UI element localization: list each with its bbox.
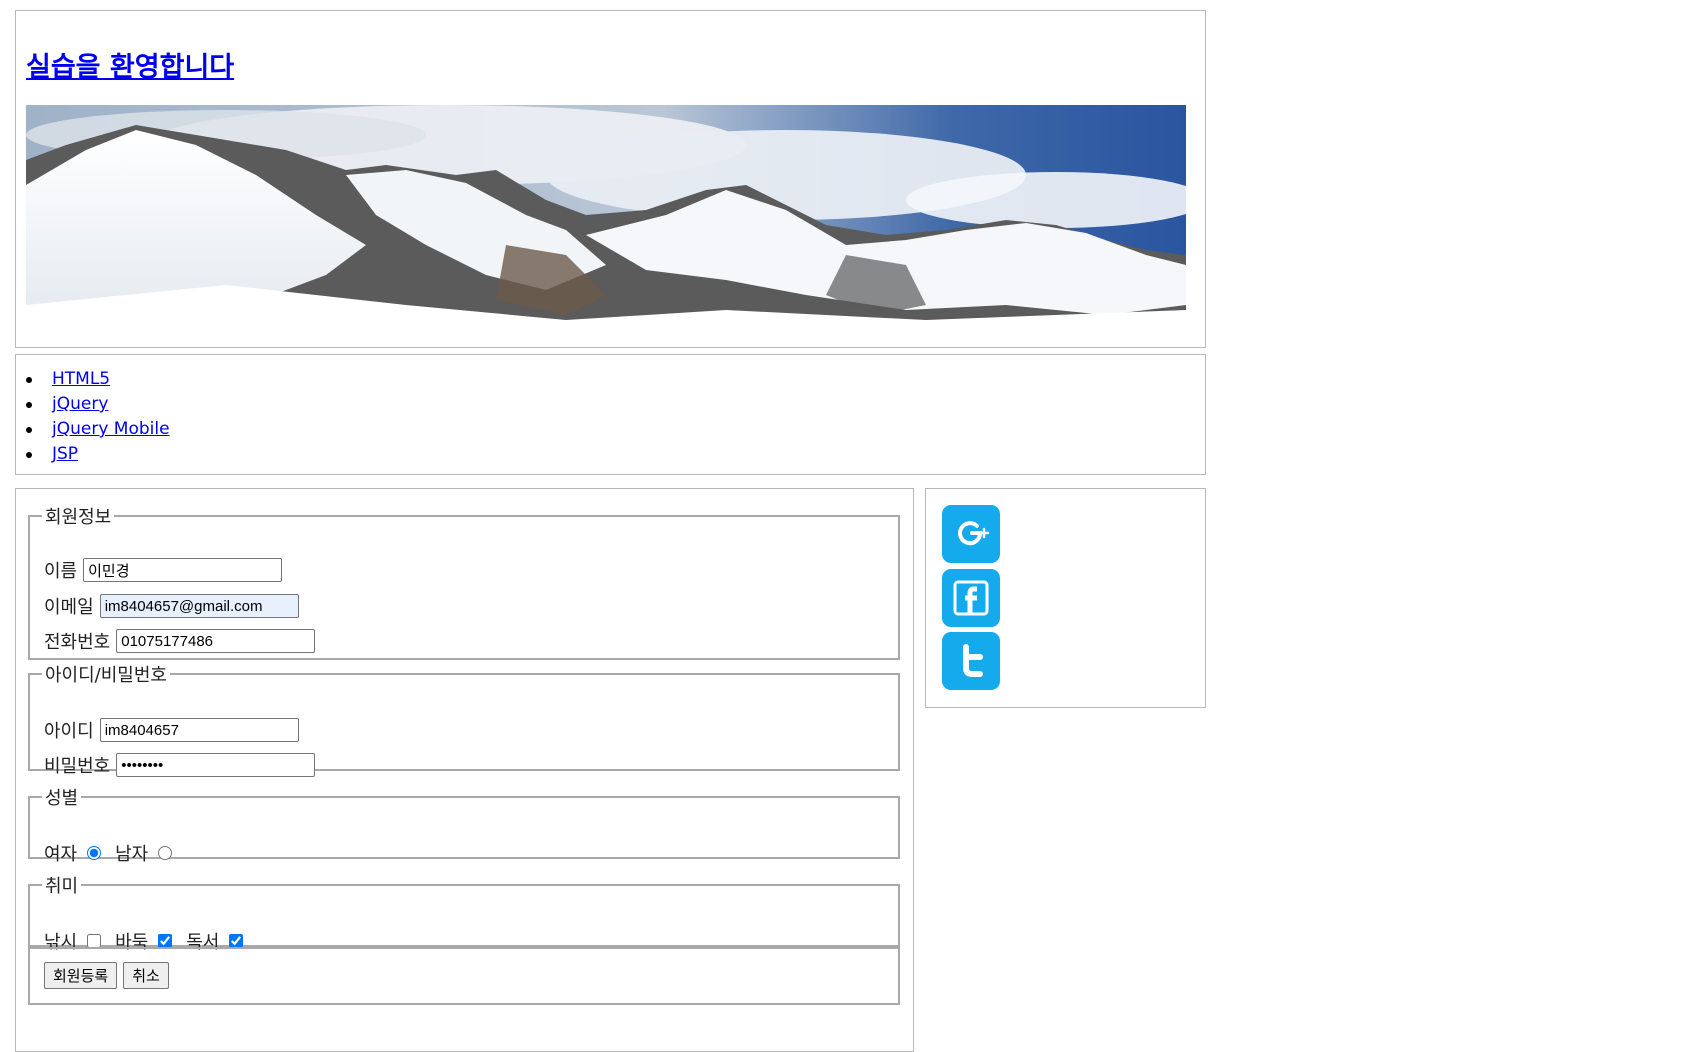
password-row: 비밀번호 — [44, 752, 316, 778]
nav-item-jsp: JSP — [26, 442, 170, 467]
nav-section: HTML5 jQuery jQuery Mobile JSP — [15, 354, 1206, 475]
male-label: 남자 — [115, 844, 149, 865]
hobby-fieldset: 취미 낚시 바둑 독서 — [28, 872, 900, 953]
id-label: 아이디 — [44, 721, 94, 742]
nav-item-jquery-mobile: jQuery Mobile — [26, 417, 170, 442]
id-input[interactable] — [99, 718, 299, 742]
reading-checkbox[interactable] — [229, 934, 244, 948]
nav-item-jquery: jQuery — [26, 392, 170, 417]
google-plus-icon[interactable] — [942, 505, 1000, 563]
password-input[interactable] — [116, 753, 316, 777]
facebook-icon[interactable] — [942, 569, 1000, 627]
account-legend: 아이디/비밀번호 — [45, 665, 167, 686]
email-input[interactable] — [99, 594, 299, 618]
gender-option-male[interactable]: 남자 — [115, 840, 173, 866]
gender-fieldset: 성별 여자 남자 — [28, 784, 900, 865]
mountain-banner-image — [26, 105, 1186, 339]
gender-option-female[interactable]: 여자 — [44, 840, 102, 866]
member-info-legend: 회원정보 — [45, 507, 112, 528]
gender-legend: 성별 — [45, 788, 79, 809]
hobby-legend: 취미 — [45, 876, 79, 897]
nav-list: HTML5 jQuery jQuery Mobile JSP — [26, 367, 170, 467]
password-label: 비밀번호 — [44, 756, 111, 777]
gender-options: 여자 남자 — [44, 840, 186, 866]
google-plus-glyph — [958, 521, 990, 546]
male-radio[interactable] — [158, 846, 173, 860]
nav-link-jquery-mobile[interactable]: jQuery Mobile — [52, 419, 170, 439]
female-label: 여자 — [44, 844, 78, 865]
phone-label: 전화번호 — [44, 632, 111, 653]
name-row: 이름 — [44, 557, 283, 583]
nav-link-jsp[interactable]: JSP — [52, 444, 78, 464]
header-section: 실습을 환영합니다 — [15, 10, 1206, 348]
fishing-checkbox[interactable] — [87, 934, 102, 948]
email-label: 이메일 — [44, 597, 94, 618]
name-label: 이름 — [44, 561, 78, 582]
name-input[interactable] — [83, 558, 283, 582]
registration-form-section: 회원정보 이름 이메일 전화번호 아이디/비밀번호 아이디 비밀번호 성별 여자 — [15, 488, 914, 1052]
nav-link-jquery[interactable]: jQuery — [52, 394, 108, 414]
nav-link-html5[interactable]: HTML5 — [52, 369, 110, 389]
page-title[interactable]: 실습을 환영합니다 — [26, 45, 234, 84]
button-row: 회원등록 취소 — [44, 962, 175, 989]
buttons-fieldset: 회원등록 취소 — [28, 947, 900, 1005]
cancel-button[interactable]: 취소 — [123, 962, 169, 989]
facebook-glyph — [953, 580, 989, 616]
twitter-glyph — [963, 644, 983, 677]
register-button[interactable]: 회원등록 — [44, 962, 118, 989]
account-fieldset: 아이디/비밀번호 아이디 비밀번호 — [28, 661, 900, 777]
social-sidebar — [925, 488, 1206, 708]
email-row: 이메일 — [44, 593, 299, 619]
baduk-checkbox[interactable] — [158, 934, 173, 948]
phone-input[interactable] — [116, 629, 316, 653]
phone-row: 전화번호 — [44, 628, 316, 654]
member-info-fieldset: 회원정보 이름 이메일 전화번호 — [28, 503, 900, 660]
female-radio[interactable] — [87, 846, 102, 860]
id-row: 아이디 — [44, 717, 299, 743]
twitter-icon[interactable] — [942, 632, 1000, 690]
nav-item-html5: HTML5 — [26, 367, 170, 392]
